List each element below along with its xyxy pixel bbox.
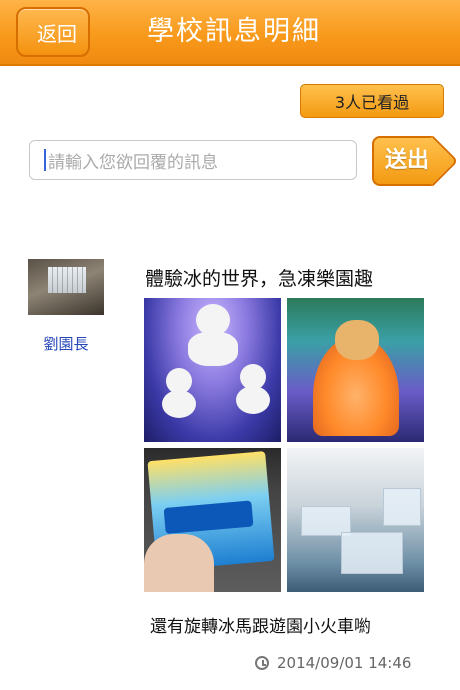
post-timestamp: 2014/09/01 14:46 xyxy=(255,654,411,672)
orange-figure-photo[interactable] xyxy=(287,298,424,442)
snowmen-photo[interactable] xyxy=(144,298,281,442)
text-caret xyxy=(44,149,46,171)
author-name[interactable]: 劉園長 xyxy=(28,333,104,354)
post-title: 體驗冰的世界，急凍樂園趣 xyxy=(145,268,374,290)
header-bar: 返回 學校訊息明細 xyxy=(0,0,460,66)
send-button[interactable]: 送出 xyxy=(372,135,459,187)
post-caption: 還有旋轉冰馬跟遊園小火車喲 xyxy=(150,617,371,637)
ice-benches-photo[interactable] xyxy=(287,448,424,592)
reply-input[interactable]: 請輸入您欲回覆的訊息 xyxy=(29,140,357,180)
reply-placeholder: 請輸入您欲回覆的訊息 xyxy=(48,152,218,173)
timestamp-text: 2014/09/01 14:46 xyxy=(277,654,412,672)
views-count-button[interactable]: 3人已看過 xyxy=(300,84,444,118)
back-button-label: 返回 xyxy=(37,21,77,46)
send-button-label: 送出 xyxy=(384,148,429,173)
clock-icon xyxy=(255,656,269,670)
ticket-photo[interactable] xyxy=(144,448,281,592)
avatar[interactable] xyxy=(28,259,104,315)
